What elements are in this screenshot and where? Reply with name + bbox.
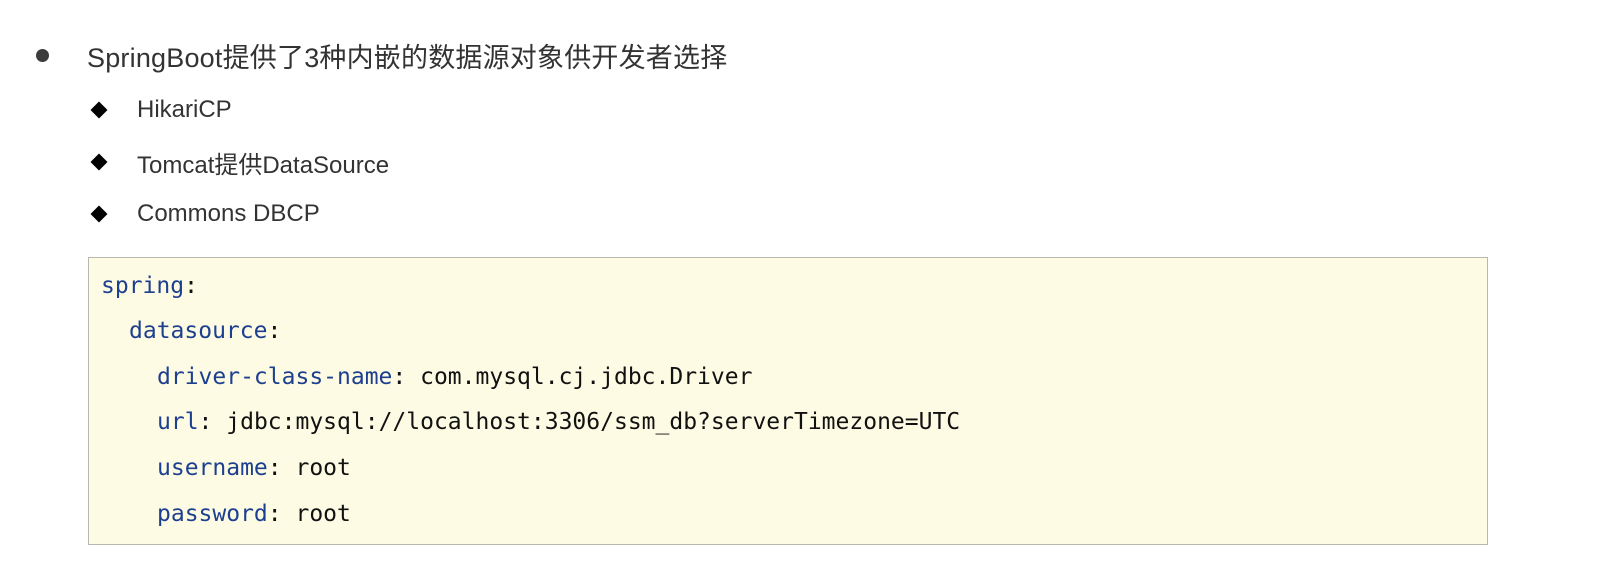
yaml-separator: : [392,364,407,390]
code-line-url: url: jdbc:mysql://localhost:3306/ssm_db?… [101,399,960,445]
yaml-key: password [157,501,268,527]
yaml-key: url [157,409,199,435]
list-item-label: Tomcat提供DataSource [137,151,390,179]
yaml-value: root [281,501,351,527]
yaml-key: spring [101,273,185,299]
diamond-bullet-icon [90,205,108,223]
yaml-separator: : [198,409,213,435]
yaml-separator: : [267,318,282,344]
yaml-code-block: spring: datasource: driver-class-name: c… [88,257,1488,545]
code-line-spring: spring: [101,263,198,309]
yaml-separator: : [184,273,198,299]
code-line-username: username: root [101,445,351,491]
list-item-tomcat: Tomcat提供DataSource [90,136,389,188]
yaml-value: com.mysql.cj.jdbc.Driver [406,364,753,390]
yaml-key: driver-class-name [157,364,393,390]
yaml-value: root [281,455,351,481]
list-item-label: Commons DBCP [137,200,320,227]
list-item-label: HikariCP [137,96,232,123]
yaml-key: username [157,455,268,481]
yaml-key: datasource [129,318,268,344]
diamond-bullet-icon [90,101,108,119]
main-bullet-text: SpringBoot提供了3种内嵌的数据源对象供开发者选择 [87,42,728,73]
list-item-commons-dbcp: Commons DBCP [90,188,389,240]
datasource-options-list: HikariCP Tomcat提供DataSource Commons DBCP [90,84,389,240]
yaml-value: jdbc:mysql://localhost:3306/ssm_db?serve… [212,409,961,435]
main-bullet-item: SpringBoot提供了3种内嵌的数据源对象供开发者选择 [36,30,727,80]
code-line-password: password: root [101,491,351,537]
list-item-hikaricp: HikariCP [90,84,389,136]
diamond-bullet-icon [90,153,108,171]
yaml-separator: : [267,501,282,527]
code-line-driver-class-name: driver-class-name: com.mysql.cj.jdbc.Dri… [101,354,752,400]
yaml-separator: : [267,455,282,481]
bullet-dot-icon [36,48,49,62]
code-line-datasource: datasource: [101,308,281,354]
